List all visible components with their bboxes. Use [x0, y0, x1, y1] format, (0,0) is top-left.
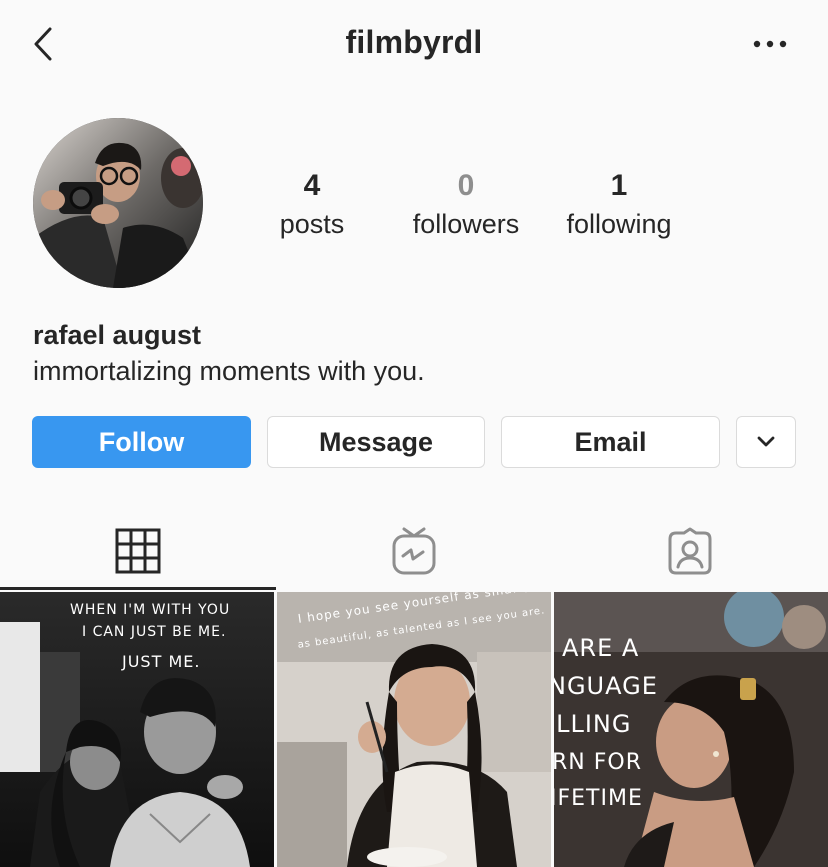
- following-label: following: [566, 209, 672, 239]
- full-name: rafael august: [33, 320, 202, 350]
- post-caption-line: RN FOR: [554, 750, 642, 775]
- post-thumbnail[interactable]: I hope you see yourself as smart, as bea…: [277, 592, 551, 867]
- post-caption-line: WHEN I'M WITH YOU: [70, 602, 231, 618]
- page-title: filmbyrdl: [345, 24, 483, 60]
- post-caption-line: ARE A: [562, 634, 640, 662]
- followers-stat[interactable]: 0 followers: [400, 166, 532, 242]
- following-stat[interactable]: 1 following: [555, 166, 683, 242]
- tab-igtv[interactable]: [276, 510, 552, 592]
- posts-stat[interactable]: 4 posts: [262, 166, 362, 242]
- post-thumbnail[interactable]: WHEN I'M WITH YOU I CAN JUST BE ME. JUST…: [0, 592, 274, 867]
- post-caption-line: NGUAGE: [554, 672, 658, 700]
- post-caption-line: JUST ME.: [122, 652, 201, 671]
- posts-label: posts: [279, 209, 345, 239]
- bio: immortalizing moments with you.: [33, 356, 425, 386]
- posts-count: 4: [303, 169, 321, 202]
- profile-tabs: [0, 510, 828, 592]
- more-horizontal-icon: [753, 40, 787, 48]
- followers-label: followers: [412, 209, 520, 239]
- chevron-down-icon: [757, 436, 775, 447]
- followers-count: 0: [457, 169, 475, 202]
- suggestions-dropdown-button[interactable]: [736, 416, 796, 468]
- post-caption-line: IFETIME: [554, 786, 643, 811]
- avatar[interactable]: [33, 118, 203, 288]
- tab-tagged[interactable]: [552, 510, 828, 592]
- post-caption-line: ILLING: [554, 710, 632, 738]
- post-caption-line: I CAN JUST BE ME.: [82, 624, 227, 640]
- posts-grid: WHEN I'M WITH YOU I CAN JUST BE ME. JUST…: [0, 590, 828, 867]
- follow-button[interactable]: Follow: [32, 416, 251, 468]
- more-options-button[interactable]: [750, 30, 790, 58]
- igtv-icon: [392, 527, 436, 575]
- message-button[interactable]: Message: [267, 416, 485, 468]
- avatar-photo: [33, 118, 203, 288]
- grid-icon: [115, 528, 161, 574]
- following-count: 1: [610, 169, 628, 202]
- tab-posts-grid[interactable]: [0, 510, 276, 592]
- top-bar: filmbyrdl: [0, 0, 828, 90]
- post-thumbnail[interactable]: ARE A NGUAGE ILLING RN FOR IFETIME: [554, 592, 828, 867]
- tagged-icon: [668, 527, 712, 575]
- email-button[interactable]: Email: [501, 416, 720, 468]
